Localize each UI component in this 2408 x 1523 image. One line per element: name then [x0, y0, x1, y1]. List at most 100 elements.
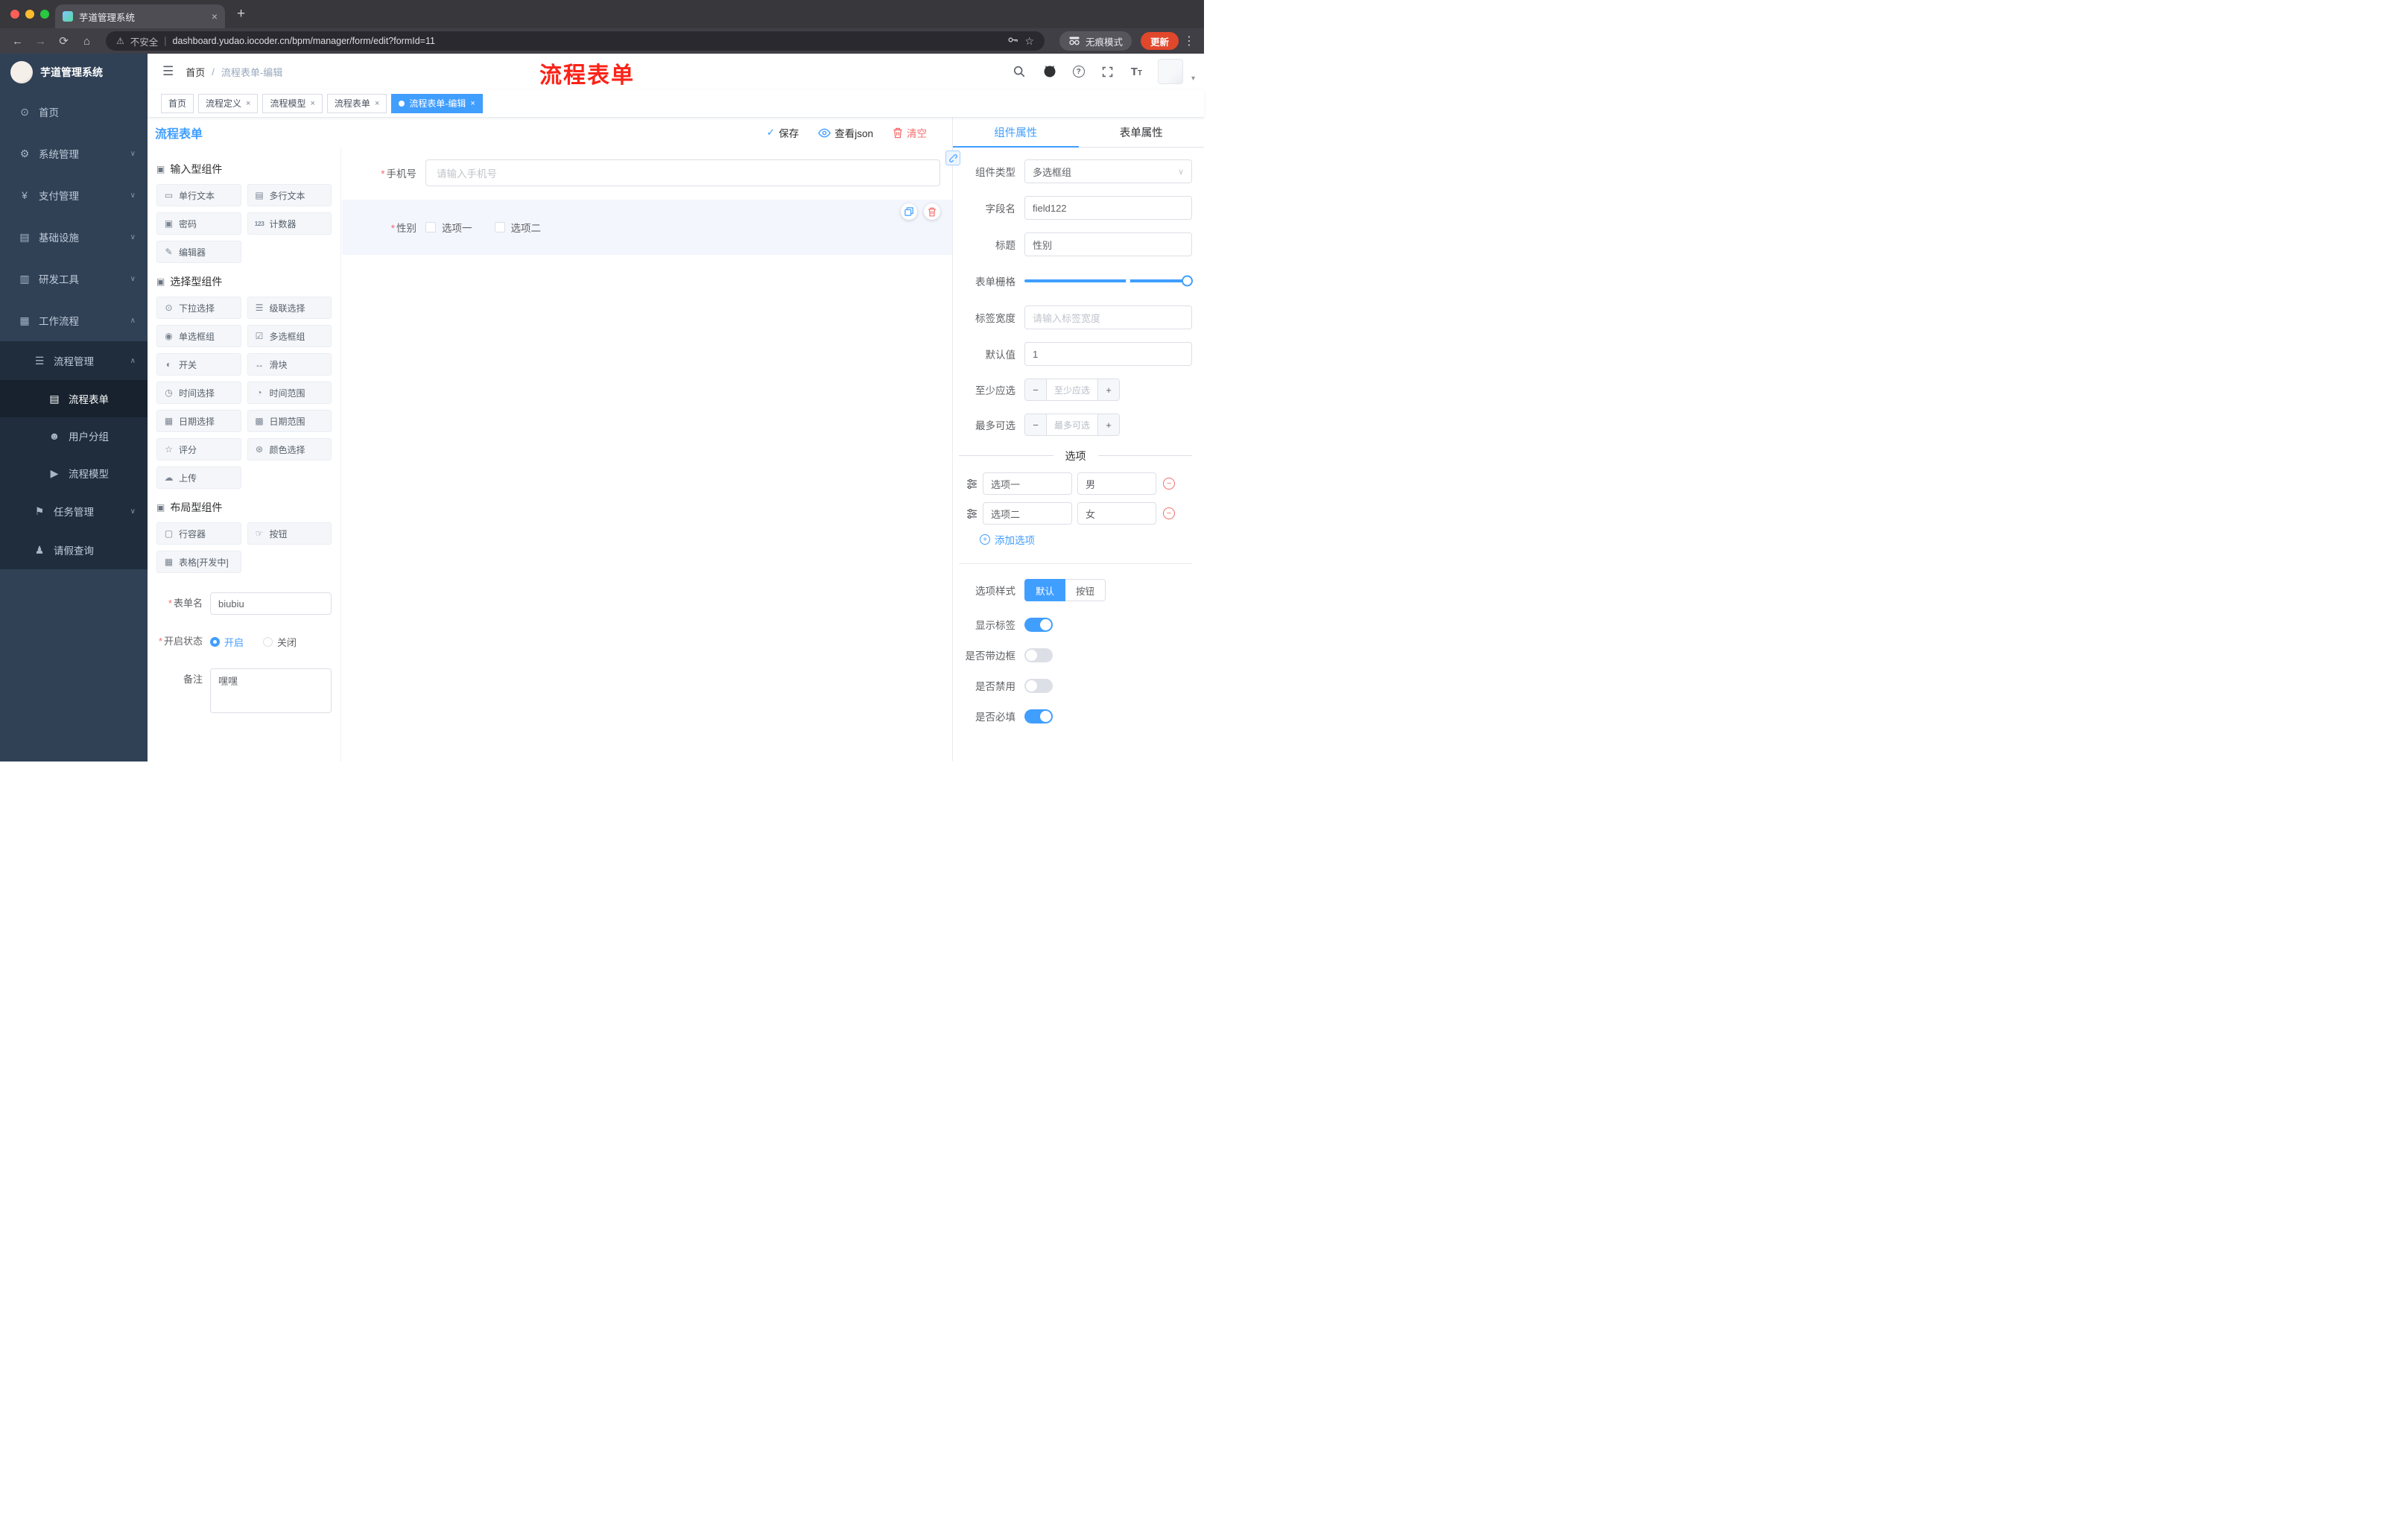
remove-option-icon[interactable]: −: [1163, 478, 1175, 490]
sidebar-item-devtools[interactable]: ▥ 研发工具 ∨: [0, 258, 148, 300]
home-icon[interactable]: ⌂: [77, 35, 97, 48]
close-window-button[interactable]: [10, 10, 19, 19]
component-type-select[interactable]: 多选框组 ∨: [1024, 159, 1192, 183]
view-json-button[interactable]: 查看json: [818, 125, 873, 140]
avatar-caret-icon[interactable]: ▾: [1191, 75, 1195, 84]
title-input[interactable]: 性别: [1024, 232, 1192, 256]
chip-process-form[interactable]: 流程表单 ×: [326, 93, 387, 113]
status-radio-off[interactable]: 关闭: [263, 635, 297, 649]
drag-handle-icon[interactable]: [966, 478, 978, 490]
sidebar-item-home[interactable]: ⊙ 首页: [0, 91, 148, 133]
palette-item-counter[interactable]: 123 计数器: [247, 212, 332, 235]
palette-item-time-picker[interactable]: ◷ 时间选择: [156, 381, 241, 404]
palette-item-upload[interactable]: ☁ 上传: [156, 466, 241, 489]
sidebar-item-workflow[interactable]: ▦ 工作流程 ∧: [0, 300, 148, 341]
checkbox-icon[interactable]: [494, 222, 505, 232]
sidebar-item-process-form[interactable]: ▤ 流程表单: [0, 380, 148, 417]
new-tab-button[interactable]: +: [237, 6, 245, 22]
sidebar-item-task-management[interactable]: ⚑ 任务管理 ∨: [0, 492, 148, 531]
breadcrumb-home[interactable]: 首页: [186, 65, 205, 79]
tab-form-props[interactable]: 表单属性: [1079, 118, 1205, 147]
min-select-input[interactable]: 至少应选: [1046, 379, 1098, 400]
minus-icon[interactable]: −: [1025, 414, 1046, 435]
checkbox-icon[interactable]: [425, 222, 436, 232]
user-avatar[interactable]: [1157, 59, 1183, 84]
chip-close-icon[interactable]: ×: [375, 99, 379, 108]
form-canvas[interactable]: * 手机号 请输入手机号 * 性别 选项一 选项二: [342, 148, 952, 762]
remark-textarea[interactable]: 嘿嘿: [210, 668, 332, 713]
label-width-input[interactable]: 请输入标签宽度: [1024, 305, 1192, 329]
security-warning-text[interactable]: 不安全: [130, 34, 159, 48]
default-value-input[interactable]: 1: [1024, 342, 1192, 366]
palette-item-cascader[interactable]: ☰ 级联选择: [247, 297, 332, 319]
palette-item-table[interactable]: ▦ 表格[开发中]: [156, 551, 241, 573]
option-2-value-input[interactable]: 女: [1077, 502, 1156, 525]
plus-icon[interactable]: +: [1098, 379, 1119, 400]
minimize-window-button[interactable]: [25, 10, 34, 19]
copy-field-button[interactable]: [901, 203, 917, 220]
slider-handle[interactable]: [1182, 275, 1193, 287]
option-1-label-input[interactable]: 选项一: [983, 472, 1072, 495]
form-name-input[interactable]: biubiu: [210, 592, 332, 615]
sidebar-item-system[interactable]: ⚙ 系统管理 ∨: [0, 133, 148, 174]
fullscreen-icon[interactable]: [1100, 64, 1115, 79]
max-select-stepper[interactable]: − 最多可选 +: [1024, 414, 1120, 436]
remove-option-icon[interactable]: −: [1163, 507, 1175, 519]
bookmark-star-icon[interactable]: ☆: [1024, 35, 1034, 48]
chip-close-icon[interactable]: ×: [470, 99, 475, 108]
sidebar-item-process-management[interactable]: ☰ 流程管理 ∧: [0, 341, 148, 380]
link-icon[interactable]: [945, 151, 960, 165]
sidebar-item-payment[interactable]: ¥ 支付管理 ∨: [0, 174, 148, 216]
canvas-field-gender[interactable]: * 性别 选项一 选项二: [342, 200, 952, 255]
search-icon[interactable]: [1012, 64, 1027, 79]
font-size-icon[interactable]: TT: [1131, 66, 1142, 78]
border-toggle[interactable]: [1024, 647, 1053, 662]
browser-update-button[interactable]: 更新: [1140, 32, 1179, 50]
slider-track[interactable]: [1024, 275, 1193, 287]
phone-input[interactable]: 请输入手机号: [425, 159, 940, 186]
minus-icon[interactable]: −: [1025, 379, 1046, 400]
palette-item-slider[interactable]: ↔ 滑块: [247, 353, 332, 376]
palette-item-color-picker[interactable]: ⊛ 颜色选择: [247, 438, 332, 460]
chip-close-icon[interactable]: ×: [310, 99, 314, 108]
palette-item-date-picker[interactable]: ▦ 日期选择: [156, 410, 241, 432]
chip-close-icon[interactable]: ×: [246, 99, 250, 108]
required-toggle[interactable]: [1024, 709, 1053, 723]
palette-item-date-range[interactable]: ▩ 日期范围: [247, 410, 332, 432]
sidebar-item-leave-query[interactable]: ♟ 请假查询: [0, 531, 148, 569]
drag-handle-icon[interactable]: [966, 508, 978, 519]
style-default-button[interactable]: 默认: [1024, 579, 1066, 601]
gender-option-1[interactable]: 选项一: [425, 220, 472, 235]
tab-close-icon[interactable]: ×: [212, 10, 218, 22]
back-icon[interactable]: ←: [7, 35, 28, 48]
reload-icon[interactable]: ⟳: [54, 34, 74, 48]
help-icon[interactable]: ?: [1072, 66, 1085, 77]
palette-item-row-container[interactable]: ▢ 行容器: [156, 522, 241, 545]
palette-item-single-line-text[interactable]: ▭ 单行文本: [156, 184, 241, 206]
save-button[interactable]: ✓ 保存: [767, 125, 799, 140]
option-1-value-input[interactable]: 男: [1077, 472, 1156, 495]
palette-item-password[interactable]: ▣ 密码: [156, 212, 241, 235]
grid-slider[interactable]: [1024, 269, 1193, 293]
plus-icon[interactable]: +: [1098, 414, 1119, 435]
disabled-toggle[interactable]: [1024, 678, 1053, 693]
canvas-field-phone[interactable]: * 手机号 请输入手机号: [354, 159, 940, 186]
maximize-window-button[interactable]: [40, 10, 49, 19]
option-2-label-input[interactable]: 选项二: [983, 502, 1072, 525]
tab-component-props[interactable]: 组件属性: [953, 118, 1079, 148]
palette-item-switch[interactable]: ◐ 开关: [156, 353, 241, 376]
show-label-toggle[interactable]: [1024, 617, 1053, 632]
chip-process-model[interactable]: 流程模型 ×: [262, 93, 323, 113]
add-option-button[interactable]: + 添加选项: [959, 532, 1192, 547]
key-icon[interactable]: [1007, 34, 1018, 48]
field-name-input[interactable]: field122: [1024, 196, 1192, 220]
url-text[interactable]: dashboard.yudao.iocoder.cn/bpm/manager/f…: [173, 36, 1002, 46]
sidebar-item-infrastructure[interactable]: ▤ 基础设施 ∨: [0, 216, 148, 258]
window-controls[interactable]: [10, 10, 49, 19]
palette-item-select[interactable]: ⊙ 下拉选择: [156, 297, 241, 319]
max-select-input[interactable]: 最多可选: [1046, 414, 1098, 435]
forward-icon[interactable]: →: [31, 35, 51, 48]
palette-item-time-range[interactable]: ◔ 时间范围: [247, 381, 332, 404]
palette-item-editor[interactable]: ✎ 编辑器: [156, 241, 241, 263]
sidebar-item-process-model[interactable]: ▶ 流程模型: [0, 455, 148, 492]
